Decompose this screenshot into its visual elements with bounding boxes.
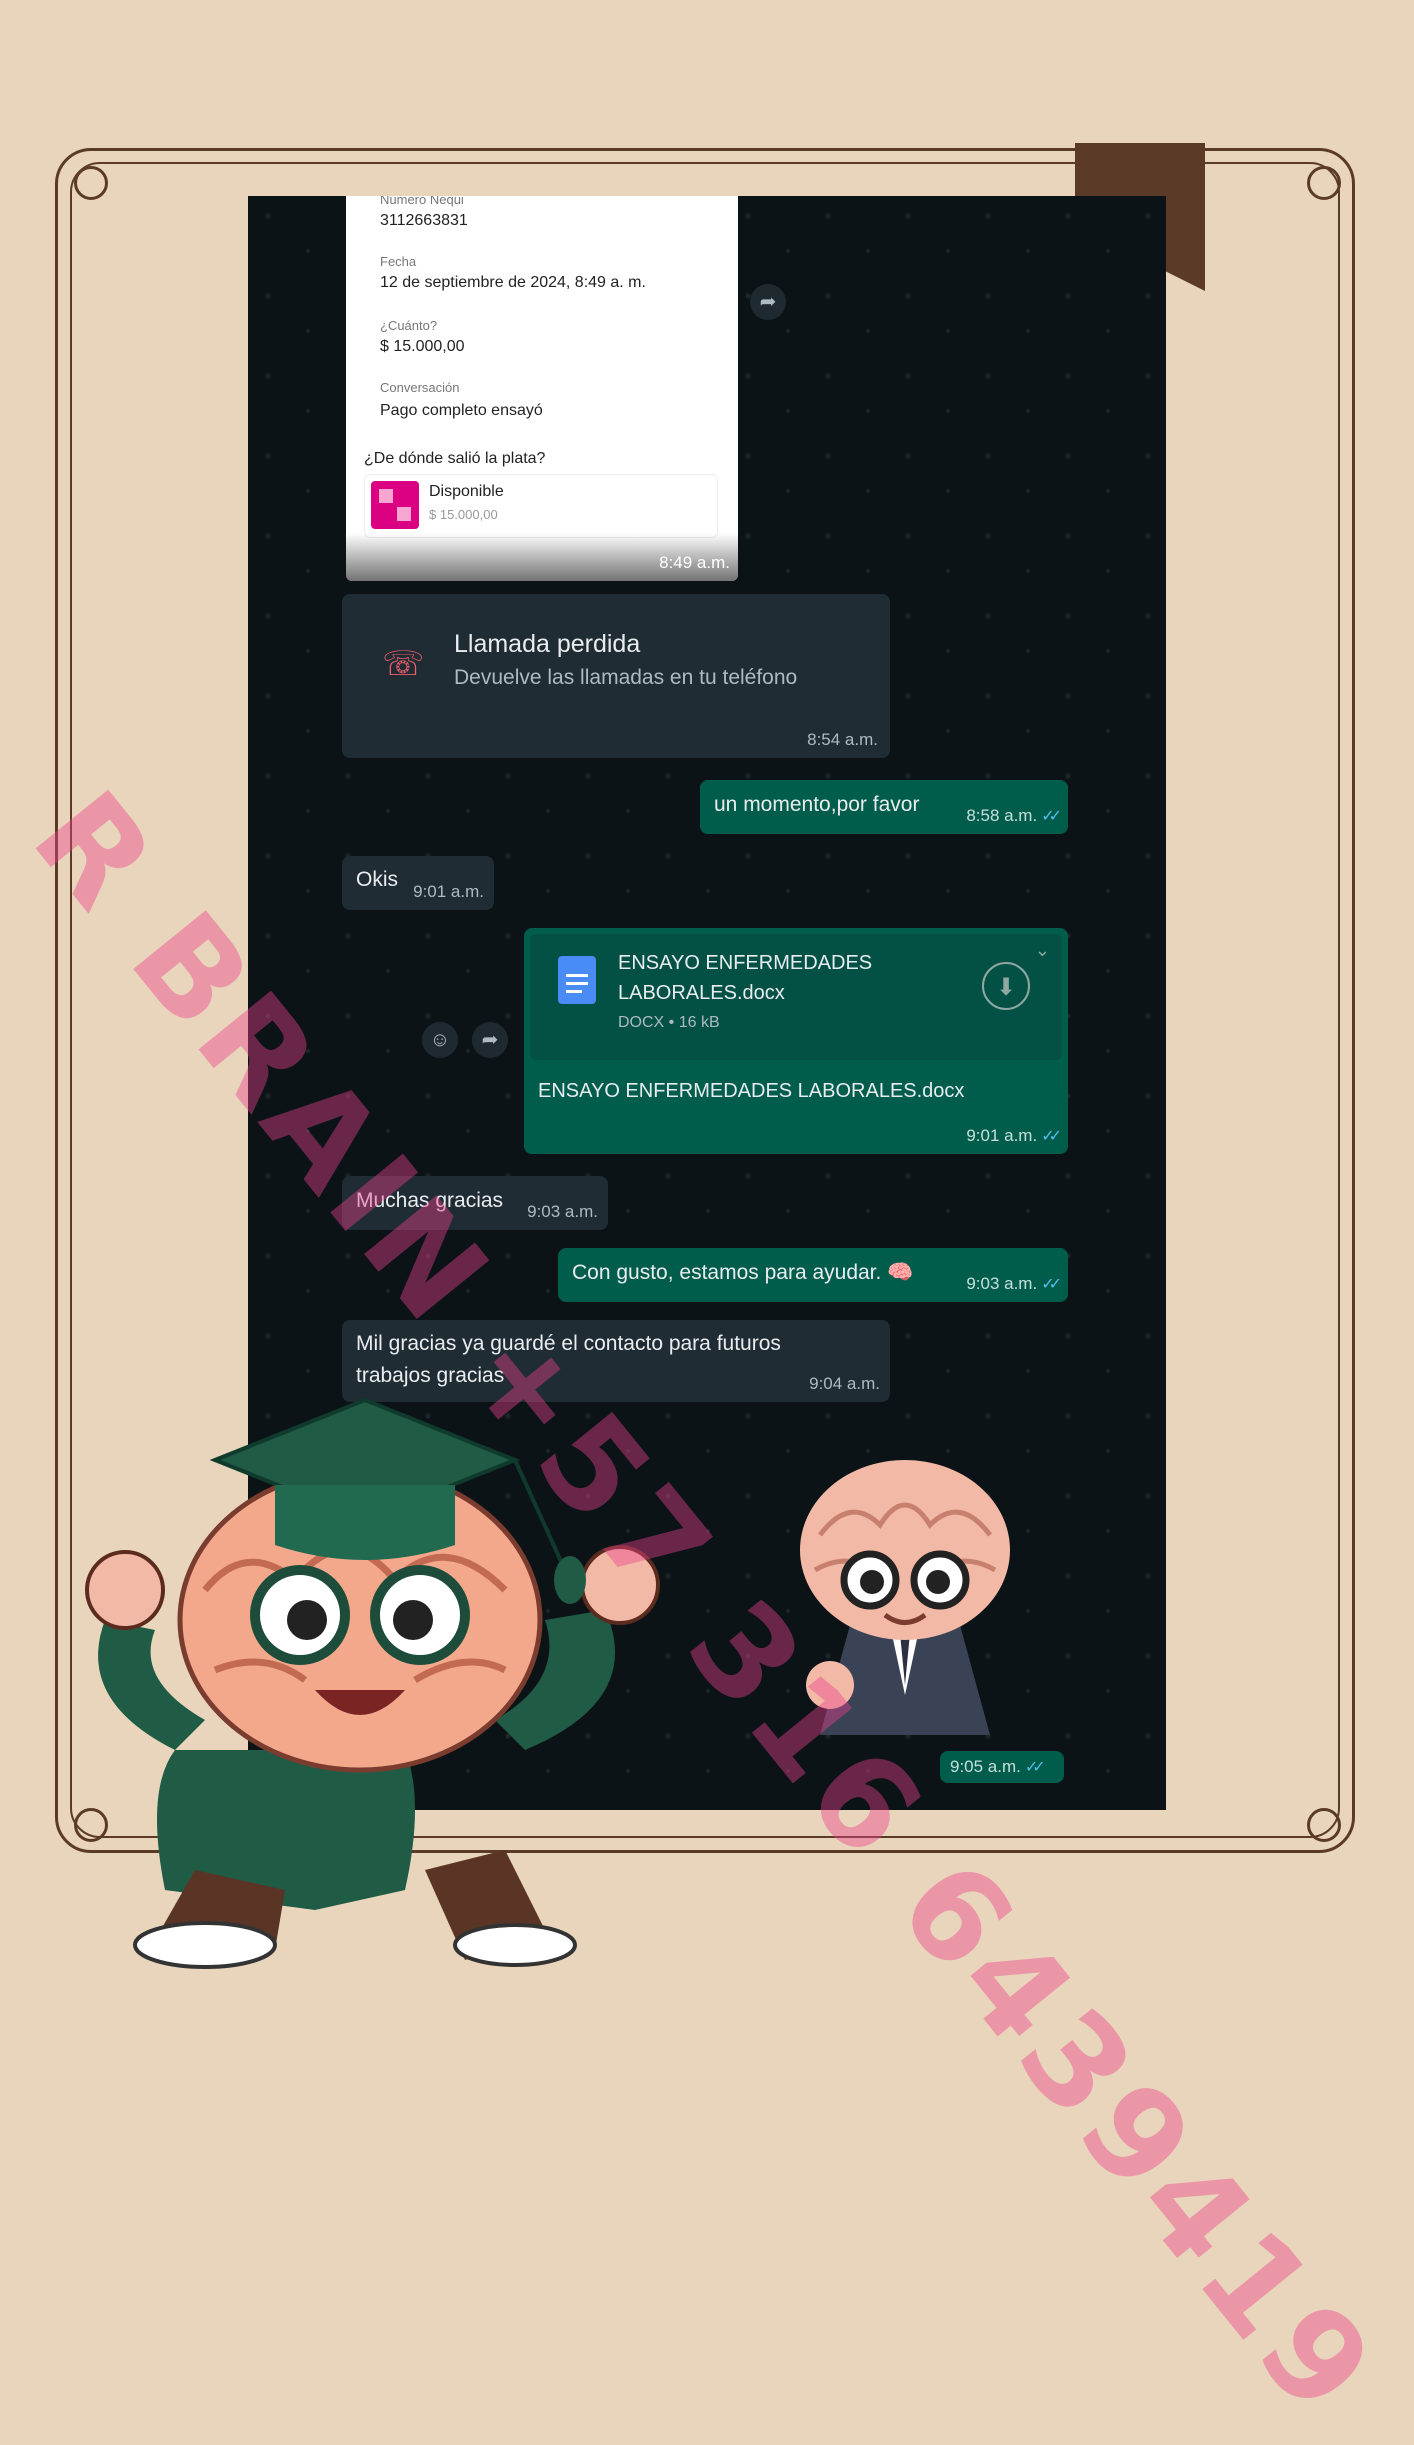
corner-ornament-icon (74, 166, 108, 200)
receipt-conversation-label: Conversación (380, 380, 460, 395)
receipt-conversation-value: Pago completo ensayó (380, 402, 543, 419)
message-time: 9:05 a.m. (950, 1757, 1021, 1776)
receipt-source-label: ¿De dónde salió la plata? (364, 450, 546, 467)
corner-ornament-icon (1307, 166, 1341, 200)
read-receipt-icon: ✓✓ (1041, 1128, 1062, 1145)
message-time: 9:03 a.m. (966, 1274, 1038, 1293)
document-file-icon (558, 956, 596, 1004)
receipt-source-card: Disponible $ 15.000,00 (364, 474, 718, 538)
read-receipt-icon: ✓✓ (1041, 1276, 1062, 1293)
document-caption: ENSAYO ENFERMEDADES LABORALES.docx (538, 1080, 965, 1102)
outgoing-message[interactable]: Con gusto, estamos para ayudar. 🧠 9:03 a… (558, 1248, 1068, 1302)
missed-call-bubble[interactable]: ☏ Llamada perdida Devuelve las llamadas … (342, 594, 890, 758)
message-time: 9:04 a.m. (809, 1374, 880, 1393)
message-text: un momento,por favor (714, 793, 920, 816)
incoming-message[interactable]: Okis 9:01 a.m. (342, 856, 494, 910)
forward-icon[interactable]: ➦ (750, 284, 786, 320)
read-receipt-icon: ✓✓ (1041, 808, 1062, 825)
receipt-source-amount: $ 15.000,00 (429, 507, 498, 522)
read-receipt-icon: ✓✓ (1024, 1759, 1046, 1776)
message-time: 8:54 a.m. (807, 730, 878, 749)
message-time: 8:58 a.m. (966, 806, 1038, 825)
receipt-source-name: Disponible (429, 483, 504, 500)
document-card[interactable]: ENSAYO ENFERMEDADES LABORALES.docx DOCX … (530, 934, 1062, 1060)
missed-call-title: Llamada perdida (454, 630, 641, 658)
corner-ornament-icon (1307, 1808, 1341, 1842)
document-meta: DOCX • 16 kB (618, 1014, 720, 1031)
brain-mascot-suit-sticker (800, 1460, 1010, 1735)
forward-icon[interactable]: ➦ (472, 1022, 508, 1058)
document-message[interactable]: ENSAYO ENFERMEDADES LABORALES.docx DOCX … (524, 928, 1068, 1154)
incoming-message[interactable]: Muchas gracias 9:03 a.m. (342, 1176, 608, 1230)
message-time: 9:03 a.m. (527, 1202, 598, 1221)
receipt-time: 8:49 a.m. (659, 553, 730, 572)
brain-mascot-graduation-sticker (85, 1397, 660, 1969)
receipt-date-value: 12 de septiembre de 2024, 8:49 a. m. (380, 274, 646, 291)
outgoing-message[interactable]: un momento,por favor 8:58 a.m. ✓✓ (700, 780, 1068, 834)
missed-call-subtitle: Devuelve las llamadas en tu teléfono (454, 666, 798, 689)
message-text: Muchas gracias (356, 1189, 504, 1212)
sticker-timestamp: 9:05 a.m. ✓✓ (940, 1751, 1064, 1783)
payment-receipt-image[interactable]: Número Nequi 3112663831 Fecha 12 de sept… (346, 196, 738, 581)
nequi-logo-icon (371, 481, 419, 529)
receipt-amount-label: ¿Cuánto? (380, 318, 438, 333)
document-name-line1: ENSAYO ENFERMEDADES (618, 952, 873, 974)
receipt-number-label: Número Nequi (380, 196, 464, 207)
document-name-line2: LABORALES.docx (618, 982, 785, 1004)
receipt-amount-value: $ 15.000,00 (380, 338, 465, 355)
download-icon[interactable]: ⬇ (982, 962, 1030, 1010)
emoji-react-icon[interactable]: ☺ (422, 1022, 458, 1058)
message-text-line1: Mil gracias ya guardé el contacto para f… (356, 1332, 781, 1355)
message-time: 9:01 a.m. (413, 882, 484, 901)
receipt-date-label: Fecha (380, 254, 417, 269)
message-text: Okis (356, 868, 398, 891)
message-time: 9:01 a.m. (966, 1126, 1038, 1145)
chevron-down-icon[interactable]: ⌄ (1035, 940, 1050, 961)
missed-call-icon: ☏ (382, 645, 425, 683)
message-text: Con gusto, estamos para ayudar. 🧠 (572, 1261, 914, 1284)
receipt-number-value: 3112663831 (380, 212, 468, 229)
